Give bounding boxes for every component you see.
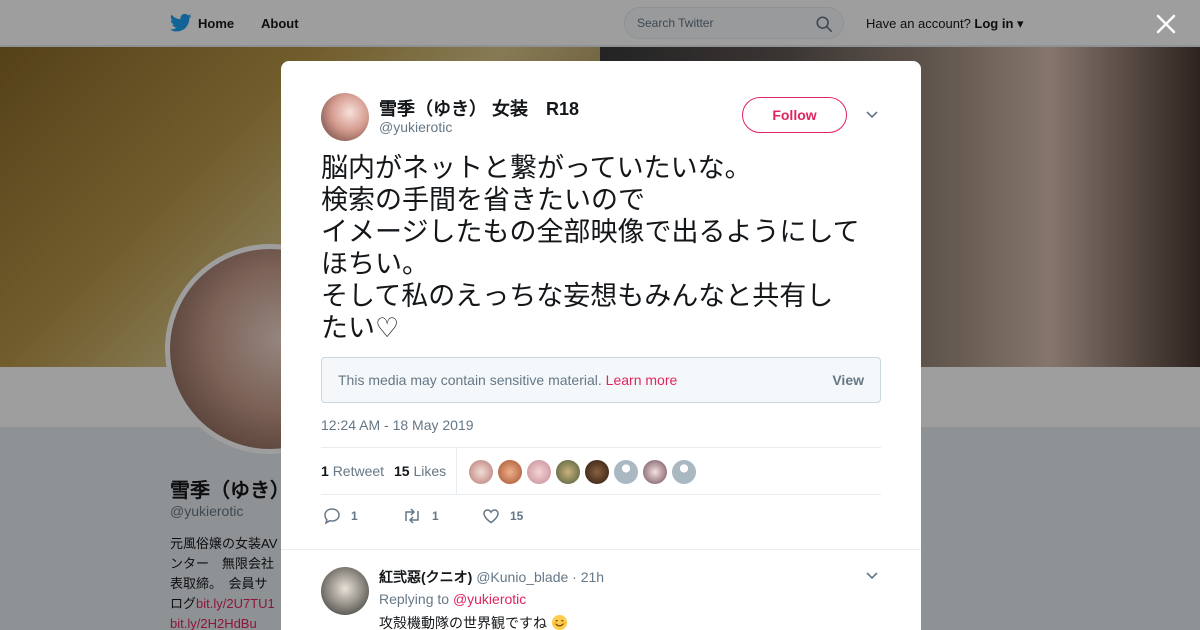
stats-divider bbox=[456, 448, 457, 495]
tweet-stats: 1 Retweet 15 Likes bbox=[321, 447, 881, 495]
heart-icon bbox=[483, 509, 499, 524]
author-name[interactable]: 雪季（ゆき） 女装 R18 bbox=[379, 95, 579, 121]
tweet-timestamp[interactable]: 12:24 AM - 18 May 2019 bbox=[321, 417, 474, 433]
retweet-count: 1 bbox=[432, 509, 439, 523]
reply-author-name[interactable]: 紅弐惡(クニオ) bbox=[379, 569, 472, 585]
reply-icon bbox=[324, 508, 340, 525]
reply-author-avatar[interactable] bbox=[321, 567, 369, 615]
author-avatar[interactable] bbox=[321, 93, 369, 141]
reply-button[interactable]: 1 bbox=[323, 507, 358, 525]
liker-avatar[interactable] bbox=[643, 460, 667, 484]
tweet-text-line: たい♡ bbox=[321, 313, 400, 344]
retweet-stat[interactable]: 1 Retweet bbox=[321, 463, 384, 479]
reply-count: 1 bbox=[351, 509, 358, 523]
tweet-text-line: 脳内がネットと繋がっていたいな。 bbox=[321, 153, 752, 184]
tweet-modal: 雪季（ゆき） 女装 R18 @yukierotic Follow 脳内がネットと… bbox=[281, 61, 921, 630]
chevron-down-icon[interactable] bbox=[865, 108, 879, 122]
retweet-button[interactable]: 1 bbox=[402, 507, 439, 525]
tweet-actions: 1 1 15 bbox=[321, 507, 881, 531]
liker-avatar[interactable] bbox=[498, 460, 522, 484]
close-icon[interactable] bbox=[1154, 12, 1178, 36]
liker-avatar[interactable] bbox=[672, 460, 696, 484]
divider bbox=[281, 549, 921, 550]
liker-avatar[interactable] bbox=[556, 460, 580, 484]
liker-avatar[interactable] bbox=[527, 460, 551, 484]
follow-button[interactable]: Follow bbox=[742, 97, 847, 133]
like-count: 15 bbox=[510, 509, 524, 523]
retweet-icon bbox=[405, 508, 419, 524]
liker-avatar[interactable] bbox=[585, 460, 609, 484]
tweet-text-line: ほちい。 bbox=[321, 249, 429, 280]
reply-text: 攻殻機動隊の世界観ですね bbox=[379, 613, 568, 630]
tweet-text-line: イメージしたもの全部映像で出るようにして bbox=[321, 217, 860, 248]
liker-avatar[interactable] bbox=[469, 460, 493, 484]
sensitive-text: This media may contain sensitive materia… bbox=[338, 372, 678, 388]
smiling-face-icon bbox=[551, 614, 567, 630]
view-media-button[interactable]: View bbox=[832, 372, 864, 388]
replying-to-mention[interactable]: @yukierotic bbox=[453, 591, 526, 607]
reply-author-handle[interactable]: @Kunio_blade bbox=[476, 569, 568, 585]
tweet-text-line: そして私のえっちな妄想もみんなと共有し bbox=[321, 281, 834, 312]
learn-more-link[interactable]: Learn more bbox=[606, 372, 678, 388]
tweet-text-line: 検索の手間を省きたいので bbox=[321, 185, 645, 216]
reply-time[interactable]: · 21h bbox=[572, 569, 604, 585]
liker-avatar[interactable] bbox=[614, 460, 638, 484]
author-handle[interactable]: @yukierotic bbox=[379, 119, 452, 135]
like-button[interactable]: 15 bbox=[482, 507, 523, 525]
likes-stat[interactable]: 15 Likes bbox=[394, 463, 446, 479]
chevron-down-icon[interactable] bbox=[865, 569, 879, 583]
reply-header: 紅弐惡(クニオ) @Kunio_blade · 21h bbox=[379, 567, 604, 587]
sensitive-media-notice: This media may contain sensitive materia… bbox=[321, 357, 881, 403]
tweet-text: 脳内がネットと繋がっていたいな。 検索の手間を省きたいので イメージしたもの全部… bbox=[321, 153, 886, 345]
replying-to: Replying to @yukierotic bbox=[379, 591, 527, 607]
